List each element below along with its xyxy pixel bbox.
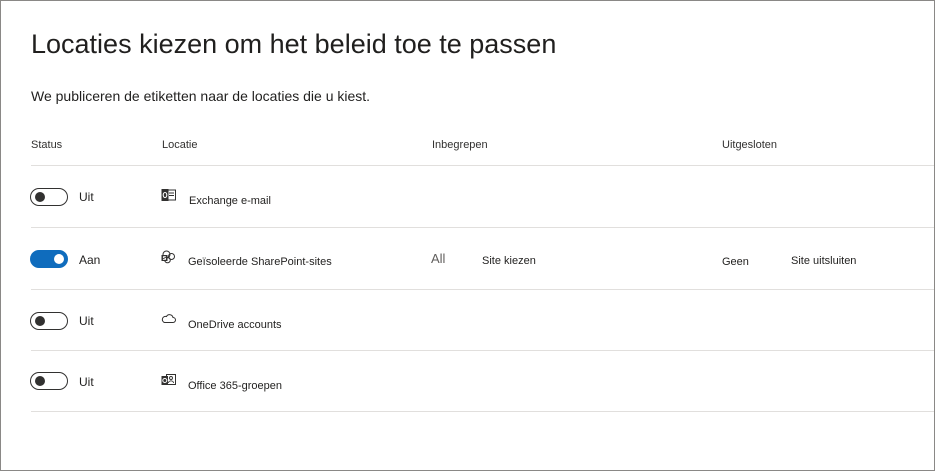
location-name-onedrive: OneDrive accounts [188,319,282,331]
exclude-site-button[interactable]: Site uitsluiten [791,254,856,268]
page-title: Locaties kiezen om het beleid toe te pas… [31,29,557,59]
locations-panel: Locaties kiezen om het beleid toe te pas… [0,0,935,471]
status-label-office365-groups: Uit [79,375,94,389]
sharepoint-icon: S [161,250,175,264]
location-row-onedrive: Uit OneDrive accounts [1,290,934,351]
onedrive-cloud-icon [161,314,176,323]
location-name-sharepoint: Geïsoleerde SharePoint-sites [188,256,332,268]
column-header-excluded: Uitgesloten [722,139,778,151]
excluded-value-sharepoint: Geen [722,256,749,268]
toggle-knob [54,254,64,264]
column-header-included: Inbegrepen [432,139,488,151]
status-toggle-exchange[interactable] [30,188,68,206]
status-toggle-onedrive[interactable] [30,312,68,330]
included-value-sharepoint: All [431,251,446,266]
location-name-office365-groups: Office 365-groepen [188,380,282,392]
location-row-office365-groups: Uit Office 365-groepen [1,351,934,412]
status-toggle-sharepoint[interactable] [30,250,68,268]
status-label-exchange: Uit [79,190,94,204]
status-toggle-office365-groups[interactable] [30,372,68,390]
exchange-outlook-icon [161,189,176,201]
office365-groups-icon [161,374,176,385]
status-label-onedrive: Uit [79,314,94,328]
toggle-knob [35,376,45,386]
location-row-exchange: Uit Exchange e-mail [1,166,934,227]
column-header-status: Status [31,139,63,151]
location-row-sharepoint: Aan S Geïsoleerde SharePoint-sites All S… [1,228,934,289]
status-label-sharepoint: Aan [79,253,101,267]
toggle-knob [35,192,45,202]
location-name-exchange: Exchange e-mail [189,195,271,207]
column-header-location: Locatie [162,139,198,151]
page-subtitle: We publiceren de etiketten naar de locat… [31,88,371,104]
svg-text:S: S [163,256,167,262]
toggle-knob [35,316,45,326]
row-divider [31,411,934,412]
choose-site-button[interactable]: Site kiezen [482,254,536,268]
